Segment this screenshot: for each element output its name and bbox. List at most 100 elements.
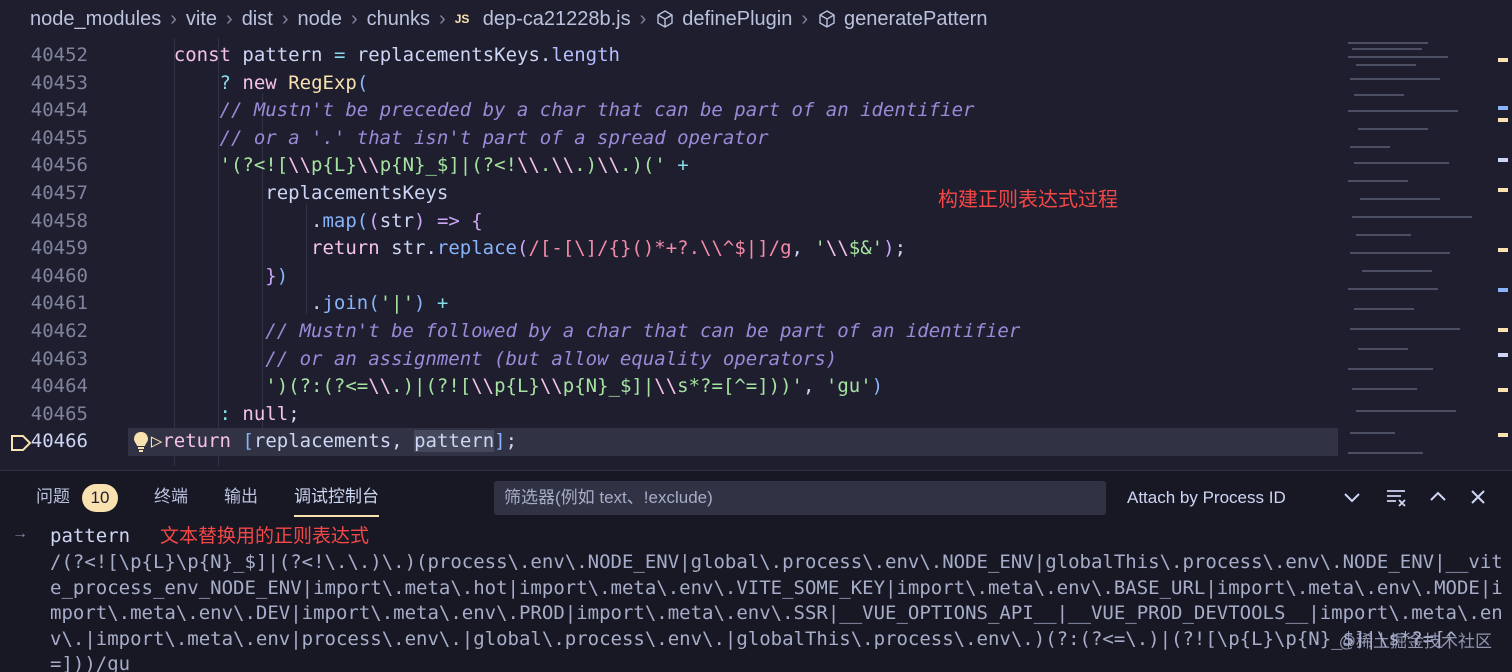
lightbulb-icon[interactable] xyxy=(132,431,150,453)
breadcrumb-item-define-plugin[interactable]: definePlugin xyxy=(682,8,792,31)
minimap-line xyxy=(1348,110,1458,112)
minimap-line xyxy=(1356,234,1411,236)
line-number: 40455 xyxy=(30,126,88,149)
line-number: 40461 xyxy=(30,292,88,315)
ruler-mark xyxy=(1498,158,1508,162)
tab-problems[interactable]: 问题 10 xyxy=(36,471,118,523)
minimap-line xyxy=(1354,94,1404,96)
line-number: 40464 xyxy=(30,375,88,398)
line-number: 40462 xyxy=(30,320,88,342)
code-line[interactable]: : null; xyxy=(128,401,1338,429)
minimap-line xyxy=(1354,162,1449,164)
bottom-panel: 问题 10 终端 输出 调试控制台 筛选器(例如 text、!exclude) A… xyxy=(0,470,1512,672)
code-line[interactable]: return str.replace(/[-[\]/{}()*+?.\\^$|]… xyxy=(128,235,1338,263)
breadcrumb-item-vite[interactable]: vite xyxy=(186,8,217,31)
code-editor[interactable]: 40452 40453 40454 40455 40456 40457 4045… xyxy=(0,38,1512,466)
line-number: 40465 xyxy=(30,402,88,425)
ruler-mark xyxy=(1498,188,1508,192)
code-annotation: 构建正则表达式过程 xyxy=(938,187,1118,211)
breadcrumb-item-generate-pattern[interactable]: generatePattern xyxy=(844,8,987,31)
chevron-right-icon: › xyxy=(350,7,358,30)
line-number: 40452 xyxy=(30,44,88,66)
tab-output[interactable]: 输出 xyxy=(224,471,258,523)
line-number: 40454 xyxy=(30,99,88,122)
line-number: 40453 xyxy=(30,71,88,94)
console-filter-input[interactable]: 筛选器(例如 text、!exclude) xyxy=(494,481,1106,515)
debug-stackframe-icon[interactable] xyxy=(10,434,32,452)
code-line[interactable]: ')(?:(?<=\\.)|(?![\\p{L}\\p{N}_$]|\\s*?=… xyxy=(128,373,1338,401)
minimap-line xyxy=(1352,48,1422,50)
chevron-right-icon: › xyxy=(226,7,233,30)
minimap-line xyxy=(1348,452,1423,454)
ruler-mark xyxy=(1498,106,1508,110)
tab-debug-console[interactable]: 调试控制台 xyxy=(294,471,379,523)
ruler-mark xyxy=(1498,433,1508,437)
breadcrumb-item-node-modules[interactable]: node_modules xyxy=(30,8,161,31)
tab-problems-label: 问题 xyxy=(36,487,70,506)
minimap-line xyxy=(1358,348,1408,350)
chevron-right-icon: › xyxy=(801,7,809,30)
code-line[interactable]: .map((str) => { xyxy=(128,208,1338,236)
debug-console-output[interactable]: → pattern 文本替换用的正则表达式 /(?<![\p{L}\p{N}_$… xyxy=(0,523,1512,672)
ruler-mark xyxy=(1498,288,1508,292)
debug-session-label: Attach by Process ID xyxy=(1127,488,1286,507)
line-number: 40463 xyxy=(30,347,88,370)
ruler-mark xyxy=(1498,388,1508,392)
minimap-line xyxy=(1356,64,1416,66)
console-result-value: /(?<![\p{L}\p{N}_$]|(?<!\.\.)\.)(process… xyxy=(50,551,1503,672)
overview-ruler[interactable] xyxy=(1494,38,1512,466)
minimap-line xyxy=(1348,288,1438,290)
ruler-mark xyxy=(1498,248,1508,252)
minimap-line xyxy=(1358,128,1428,130)
code-line[interactable]: replacementsKeys xyxy=(128,180,1338,208)
maximize-panel-icon[interactable] xyxy=(1426,485,1450,509)
minimap-line xyxy=(1350,328,1460,330)
minimap-line xyxy=(1348,56,1448,58)
symbol-method-icon xyxy=(819,10,835,28)
minimap-line xyxy=(1350,252,1450,254)
minimap-line xyxy=(1354,308,1414,310)
line-number: 40460 xyxy=(30,264,88,287)
tab-terminal[interactable]: 终端 xyxy=(154,471,188,523)
breadcrumb-item-file[interactable]: dep-ca21228b.js xyxy=(483,8,631,31)
minimap-line xyxy=(1352,388,1417,390)
minimap-line xyxy=(1350,146,1390,148)
code-line[interactable]: }) xyxy=(128,263,1338,291)
minimap-line xyxy=(1350,78,1440,80)
minimap-line xyxy=(1348,180,1408,182)
console-annotation: 文本替换用的正则表达式 xyxy=(160,525,370,547)
chevron-right-icon: › xyxy=(281,7,289,30)
chevron-right-icon: › xyxy=(639,7,647,30)
ruler-mark xyxy=(1498,58,1508,62)
clear-console-icon[interactable] xyxy=(1384,485,1408,509)
chevron-down-icon[interactable] xyxy=(1340,485,1364,509)
code-line[interactable]: // Mustn't be preceded by a char that ca… xyxy=(128,97,1338,125)
ruler-mark xyxy=(1498,353,1508,357)
breadcrumb-item-chunks[interactable]: chunks xyxy=(367,8,430,31)
minimap-line xyxy=(1352,216,1472,218)
code-line[interactable]: // or a '.' that isn't part of a spread … xyxy=(128,125,1338,153)
code-line[interactable]: ? new RegExp( xyxy=(128,70,1338,98)
minimap-line xyxy=(1362,270,1432,272)
chevron-right-icon: › xyxy=(439,7,446,30)
minimap[interactable] xyxy=(1340,38,1492,466)
breadcrumb-item-node[interactable]: node xyxy=(297,8,342,31)
code-line-active[interactable]: ▷return [replacements, pattern]; xyxy=(128,428,1338,456)
minimap-line xyxy=(1348,42,1428,44)
code-line[interactable]: const pattern = replacementsKeys.length xyxy=(128,42,1338,70)
close-panel-icon[interactable] xyxy=(1466,485,1490,509)
line-number: 40459 xyxy=(30,237,88,260)
minimap-line xyxy=(1350,432,1395,434)
code-line[interactable]: // or an assignment (but allow equality … xyxy=(128,346,1338,374)
line-number: 40456 xyxy=(30,154,88,177)
line-number: 40458 xyxy=(30,209,88,232)
code-line[interactable]: // Mustn't be followed by a char that ca… xyxy=(128,318,1338,346)
minimap-line xyxy=(1360,198,1440,200)
minimap-line xyxy=(1356,410,1456,412)
ruler-mark xyxy=(1498,328,1508,332)
breadcrumb-item-dist[interactable]: dist xyxy=(242,8,273,31)
code-line[interactable]: .join('|') + xyxy=(128,290,1338,318)
code-line[interactable]: '(?<![\\p{L}\\p{N}_$]|(?<!\\.\\.)\\.)(' … xyxy=(128,152,1338,180)
symbol-method-icon xyxy=(657,10,673,28)
chevron-right-icon: › xyxy=(170,7,177,30)
